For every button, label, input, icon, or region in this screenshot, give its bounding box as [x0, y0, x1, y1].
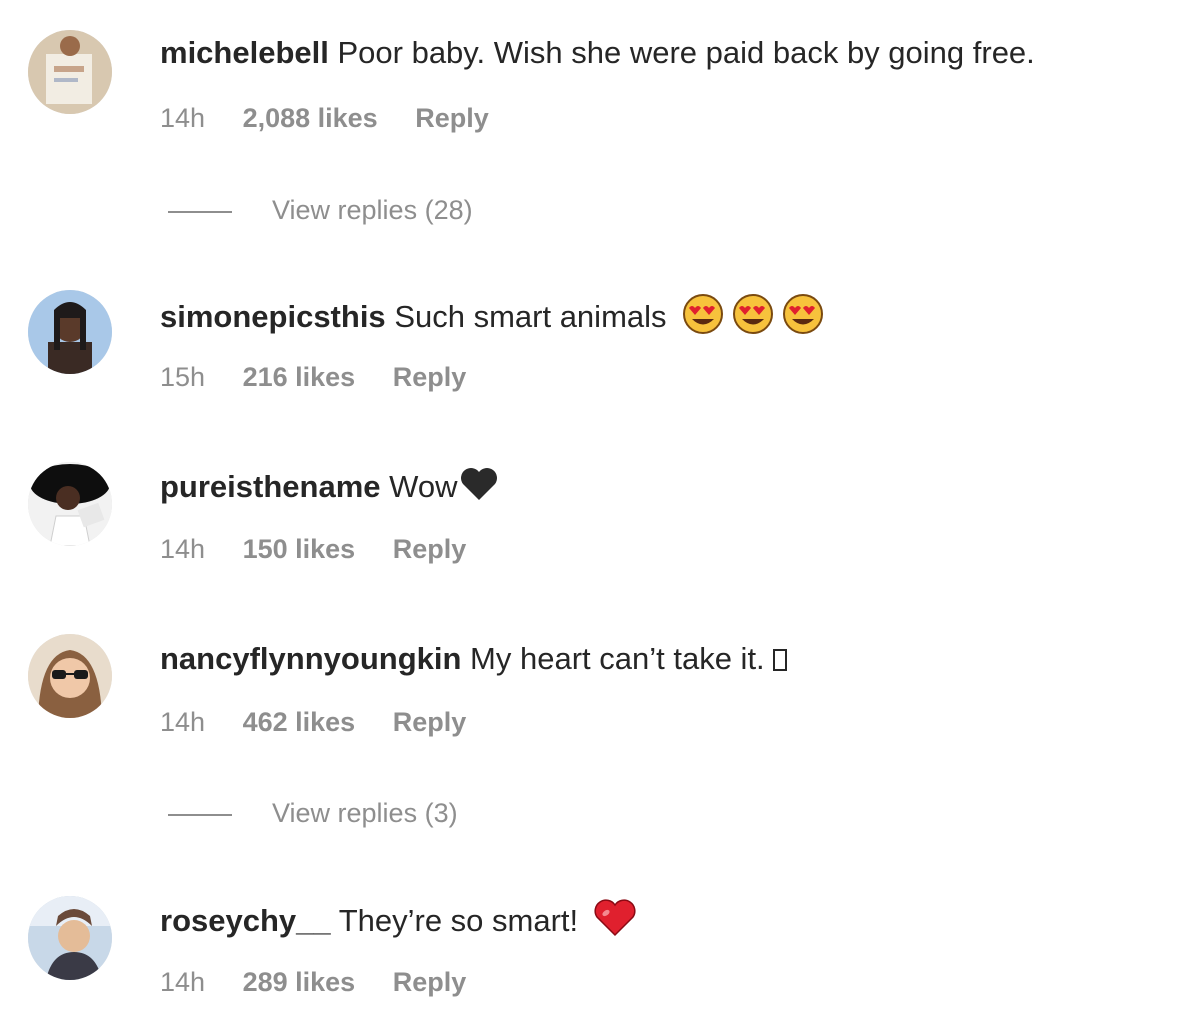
comment-meta: 14h 150 likes Reply — [160, 531, 496, 567]
comment-text-line: michelebell Poor baby. Wish she were pai… — [160, 33, 1035, 73]
comment-body: Poor baby. Wish she were paid back by go… — [337, 35, 1035, 70]
heart-eyes-emoji-icon — [681, 294, 725, 344]
comment-likes[interactable]: 150 likes — [243, 534, 356, 564]
comment-time[interactable]: 15h — [160, 362, 205, 392]
avatar[interactable] — [28, 896, 112, 980]
comment-meta: 15h 216 likes Reply — [160, 359, 496, 395]
comment-username[interactable]: simonepicsthis — [160, 299, 386, 334]
avatar[interactable] — [28, 462, 112, 546]
reply-button[interactable]: Reply — [393, 967, 467, 997]
comment-username[interactable]: nancyflynnyoungkin — [160, 641, 461, 676]
comment-username[interactable]: roseychy__ — [160, 903, 331, 938]
comment-time[interactable]: 14h — [160, 707, 205, 737]
avatar[interactable] — [28, 634, 112, 718]
avatar[interactable] — [28, 30, 112, 114]
red-heart-icon — [593, 899, 637, 947]
comment-text-line: nancyflynnyoungkin My heart can’t take i… — [160, 639, 787, 679]
comment-time[interactable]: 14h — [160, 534, 205, 564]
reply-button[interactable]: Reply — [393, 362, 467, 392]
comment-body: My heart can’t take it. — [470, 641, 765, 676]
heart-eyes-emoji-icon — [781, 294, 825, 344]
comment-text-line: roseychy__ They’re so smart! — [160, 899, 637, 947]
comment-time[interactable]: 14h — [160, 967, 205, 997]
comment-meta: 14h 289 likes Reply — [160, 964, 496, 1000]
view-replies-button[interactable]: View replies (3) — [168, 795, 458, 831]
comment-username[interactable]: michelebell — [160, 35, 329, 70]
comment-username[interactable]: pureisthename — [160, 469, 381, 504]
view-replies-button[interactable]: View replies (28) — [168, 192, 473, 228]
comment-time[interactable]: 14h — [160, 103, 205, 133]
reply-button[interactable]: Reply — [415, 103, 489, 133]
comment-meta: 14h 2,088 likes Reply — [160, 100, 519, 136]
comment-likes[interactable]: 462 likes — [243, 707, 356, 737]
comment-body: Such smart animals — [394, 299, 667, 335]
reply-button[interactable]: Reply — [393, 534, 467, 564]
replies-divider — [168, 210, 232, 213]
comment-likes[interactable]: 289 likes — [243, 967, 356, 997]
black-heart-icon — [459, 466, 499, 512]
comment-text-line: pureisthename Wow — [160, 466, 499, 512]
view-replies-label: View replies (3) — [272, 798, 458, 828]
avatar[interactable] — [28, 290, 112, 374]
comment-body: They’re so smart! — [338, 903, 579, 939]
comment-text-line: simonepicsthis Such smart animals — [160, 294, 825, 344]
comment-meta: 14h 462 likes Reply — [160, 704, 496, 740]
comment-likes[interactable]: 2,088 likes — [243, 103, 378, 133]
replies-divider — [168, 813, 232, 816]
reply-button[interactable]: Reply — [393, 707, 467, 737]
missing-glyph-icon — [772, 649, 787, 671]
comment-body: Wow — [389, 469, 458, 505]
view-replies-label: View replies (28) — [272, 195, 473, 225]
comment-likes[interactable]: 216 likes — [243, 362, 356, 392]
heart-eyes-emoji-icon — [731, 294, 775, 344]
